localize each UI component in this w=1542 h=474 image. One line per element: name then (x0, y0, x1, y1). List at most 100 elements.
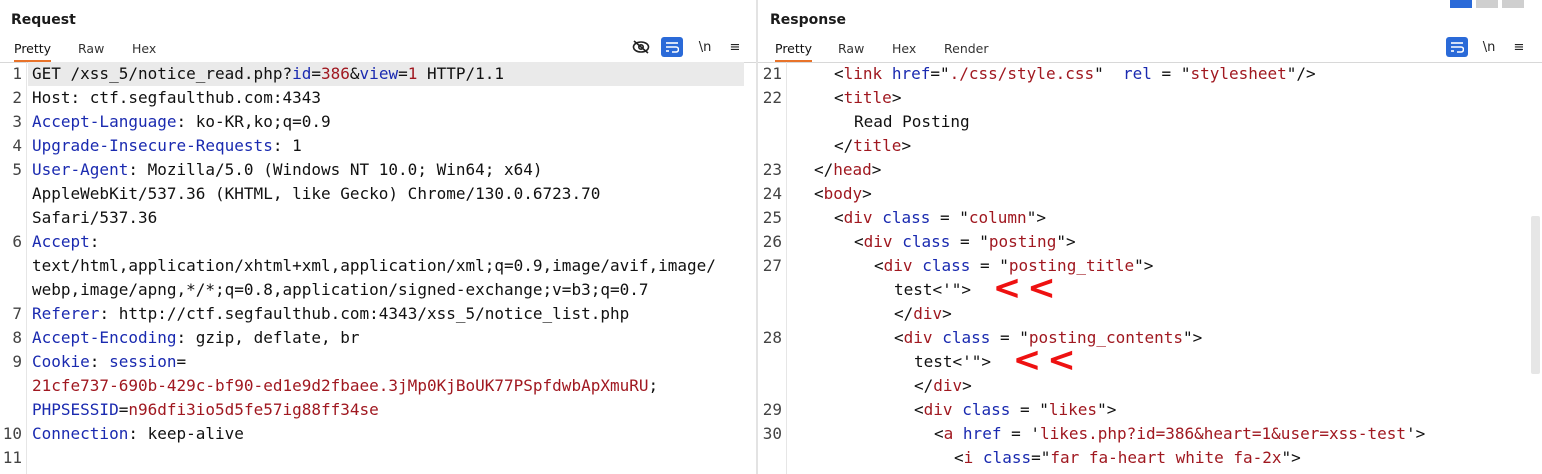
newline-toggle-icon[interactable]: \n (694, 37, 716, 57)
tab-render[interactable]: Render (944, 41, 989, 56)
code-token: "> (1134, 256, 1154, 275)
line-number: 21 (762, 64, 782, 83)
code-token: class (942, 328, 991, 347)
code-token: > (901, 136, 912, 155)
tab-pretty[interactable]: Pretty (775, 41, 813, 62)
code-line: <div class = "likes"> (914, 398, 1116, 422)
code-line: Accept-Language: ko-KR,ko;q=0.9 (32, 110, 331, 134)
layout-horizontal-icon[interactable] (1476, 0, 1498, 8)
line-number (0, 398, 22, 422)
code-line: Upgrade-Insecure-Requests: 1 (32, 134, 302, 158)
code-line: Host: ctf.segfaulthub.com:4343 (32, 86, 321, 110)
tab-pretty[interactable]: Pretty (14, 41, 52, 62)
code-line: AppleWebKit/537.36 (KHTML, like Gecko) C… (32, 182, 600, 206)
newline-toggle-icon[interactable]: \n (1478, 37, 1500, 57)
code-token: < (834, 88, 844, 107)
code-token: div (923, 400, 953, 419)
line-number (0, 374, 22, 398)
menu-icon[interactable]: ≡ (724, 37, 746, 57)
tab-hex[interactable]: Hex (892, 41, 916, 56)
code-token: Upgrade-Insecure-Requests (32, 136, 273, 155)
code-token: Accept-Encoding (32, 328, 177, 347)
menu-icon[interactable]: ≡ (1508, 37, 1530, 57)
code-token: likes (1048, 400, 1098, 419)
code-token: </ (834, 136, 854, 155)
annotation-arrow: << (992, 268, 1062, 308)
code-token: User-Agent (32, 160, 129, 179)
code-token: stylesheet (1190, 64, 1287, 83)
code-token: session (109, 352, 177, 371)
tab-raw[interactable]: Raw (78, 41, 104, 56)
code-token: text/html,application/xhtml+xml,applicat… (32, 256, 716, 275)
line-number (758, 278, 782, 302)
code-token: : (89, 232, 100, 251)
line-number (758, 374, 782, 398)
layout-split-icon[interactable] (1450, 0, 1472, 8)
line-number (758, 110, 782, 134)
code-token: =" (1031, 448, 1051, 467)
wrap-lines-icon[interactable] (1446, 37, 1468, 57)
code-token: href (962, 424, 1002, 443)
code-token: : gzip, deflate, br (176, 328, 360, 347)
code-line: <a href = 'likes.php?id=386&heart=1&user… (934, 422, 1425, 446)
line-number: 28 (762, 328, 782, 347)
code-token: < (954, 448, 964, 467)
code-token: "> (951, 280, 972, 299)
request-tabbar: Pretty Raw Hex \n ≡ (0, 36, 756, 63)
layout-vertical-icon[interactable] (1502, 0, 1524, 8)
code-token: likes.php?id=386&heart=1&user=xss-test (1039, 424, 1407, 443)
code-line: <body> (814, 182, 872, 206)
code-token: title (853, 136, 902, 155)
wrap-lines-icon[interactable] (661, 37, 683, 57)
code-line: PHPSESSID=n96dfi3io5d5fe57ig88ff34se (32, 398, 379, 422)
code-token: < (874, 256, 884, 275)
code-token: > (862, 184, 872, 203)
request-pane: Request Pretty Raw Hex \n ≡ 1 GET /xss_5/… (0, 0, 756, 474)
code-token: : ko-KR,ko;q=0.9 (176, 112, 331, 131)
line-number (758, 134, 782, 158)
code-token: < (914, 400, 924, 419)
tab-raw[interactable]: Raw (838, 41, 864, 56)
line-number: 27 (762, 256, 782, 275)
code-line: <div class = "posting"> (854, 230, 1076, 254)
code-token: < (834, 64, 844, 83)
vertical-scrollbar[interactable] (1531, 216, 1540, 374)
code-token: ./css/style.css (949, 64, 1095, 83)
code-token: '> (1406, 424, 1426, 443)
line-number: 10 (2, 424, 22, 443)
code-token: class (882, 208, 931, 227)
line-number: 5 (12, 160, 22, 179)
code-line: User-Agent: Mozilla/5.0 (Windows NT 10.0… (32, 158, 543, 182)
line-number: 26 (762, 232, 782, 251)
code-token: posting (988, 232, 1057, 251)
code-line: <div class = "column"> (834, 206, 1046, 230)
line-number (0, 254, 22, 278)
code-token: = " (930, 208, 969, 227)
line-number (758, 446, 782, 470)
gutter-separator (26, 62, 27, 474)
code-token: 21cfe737-690b-429c-bf90-ed1e9d2fbaee.3jM… (32, 376, 649, 395)
code-line: text/html,application/xhtml+xml,applicat… (32, 254, 716, 278)
code-token: rel (1123, 64, 1152, 83)
tab-hex[interactable]: Hex (132, 41, 156, 56)
hide-nonprintable-icon[interactable] (630, 37, 652, 57)
code-token: : http://ctf.segfaulthub.com:4343/xss_5/… (99, 304, 630, 323)
response-pane: Response Pretty Raw Hex Render \n ≡ 21 <l… (758, 0, 1542, 474)
code-line: test<'"> (894, 278, 971, 302)
response-tabbar: Pretty Raw Hex Render \n ≡ (758, 36, 1542, 63)
code-token: = (311, 64, 321, 83)
code-token: test<' (894, 280, 952, 299)
line-number (758, 350, 782, 374)
code-token: class (922, 256, 971, 275)
code-token: Cookie (32, 352, 90, 371)
code-token: = (176, 352, 187, 371)
code-line: Accept: (32, 230, 99, 254)
code-token: "> (1026, 208, 1046, 227)
code-token: "> (1183, 328, 1203, 347)
code-token: </ (814, 160, 834, 179)
gutter-separator (786, 62, 787, 474)
code-token: PHPSESSID (32, 400, 119, 419)
